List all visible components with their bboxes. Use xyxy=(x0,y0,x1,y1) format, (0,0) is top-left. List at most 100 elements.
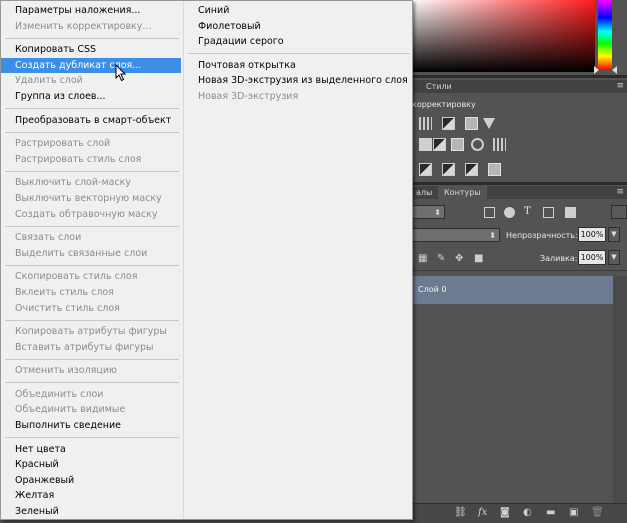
adjustments-tabbar: Стили ≡ xyxy=(410,80,627,93)
menu-item[interactable]: Красный xyxy=(1,457,181,473)
panel-menu-icon[interactable]: ≡ xyxy=(616,187,624,197)
menu-item[interactable]: Группа из слоев... xyxy=(1,89,181,105)
new-layer-icon[interactable]: ▣ xyxy=(569,508,578,518)
delete-layer-icon[interactable]: 🗑 xyxy=(591,508,604,518)
layer-filter-select[interactable]: ⬍ xyxy=(410,205,445,219)
menu-item: Растрировать слой xyxy=(15,138,111,150)
layer-row[interactable]: Слой 0 xyxy=(410,276,613,304)
menu-item: Изменить корректировку... xyxy=(15,20,152,32)
filter-toggle[interactable] xyxy=(611,205,627,219)
mouse-cursor-icon xyxy=(115,64,127,82)
type-filter-icon[interactable]: T xyxy=(524,206,531,217)
tab-styles[interactable]: Стили xyxy=(420,80,458,93)
menu-item: Выключить векторную маску xyxy=(15,192,162,204)
menu-item: Вставить атрибуты фигуры xyxy=(15,341,154,353)
layer-context-menu: Параметры наложения... Изменить корректир… xyxy=(0,0,413,520)
menu-item[interactable]: Оранжевый xyxy=(1,473,181,489)
adjustment-filter-icon[interactable] xyxy=(504,207,515,218)
add-mask-icon[interactable]: ◙ xyxy=(500,508,510,518)
tab-paths[interactable]: Контуры xyxy=(438,186,487,199)
color-picker-field[interactable] xyxy=(410,0,595,72)
menu-item: Удалить слой xyxy=(15,75,83,87)
levels-icon[interactable] xyxy=(419,117,432,130)
hue-slider[interactable] xyxy=(598,0,612,70)
panel-divider xyxy=(410,182,627,185)
menu-item[interactable]: Желтая xyxy=(1,488,181,504)
menu-item: Новая 3D-экструзия xyxy=(198,90,299,102)
menu-item: Копировать атрибуты фигуры xyxy=(15,326,167,338)
panel-menu-icon[interactable]: ≡ xyxy=(616,81,624,91)
photo-filter-icon[interactable] xyxy=(451,138,464,151)
exposure-icon[interactable] xyxy=(465,117,478,130)
menu-separator xyxy=(5,37,179,39)
posterize-icon[interactable] xyxy=(442,163,455,176)
menu-item[interactable]: Фиолетовый xyxy=(184,19,412,35)
pixel-filter-icon[interactable] xyxy=(484,207,495,218)
layers-tabbar: алы Контуры ≡ xyxy=(410,186,627,199)
menu-item[interactable]: Параметры наложения... xyxy=(1,3,181,19)
layers-bottom-bar: ⛓ fx ◙ ◐ ▬ ▣ 🗑 xyxy=(410,503,627,523)
lock-image-icon[interactable]: ✎ xyxy=(437,254,445,264)
smart-object-filter-icon[interactable] xyxy=(565,207,576,218)
menu-item: Очистить стиль слоя xyxy=(15,302,120,314)
menu-column-1: Параметры наложения... Изменить корректир… xyxy=(1,3,181,520)
blend-mode-select[interactable]: ⬍ xyxy=(410,228,500,242)
menu-item[interactable]: Выполнить сведение xyxy=(1,418,181,434)
menu-separator xyxy=(5,437,179,439)
link-layers-icon[interactable]: ⛓ xyxy=(454,508,467,518)
menu-item: Отменить изоляцию xyxy=(15,365,118,377)
menu-column-2: Синий Фиолетовый Градации серого Почтовая о… xyxy=(184,3,412,105)
fx-icon[interactable]: fx xyxy=(478,508,487,518)
invert-icon[interactable] xyxy=(419,163,432,176)
hue-slider-left-arrow[interactable] xyxy=(594,66,599,74)
shape-filter-icon[interactable] xyxy=(543,207,554,218)
color-balance-icon[interactable] xyxy=(433,138,446,151)
opacity-dropdown[interactable]: ▼ xyxy=(608,227,620,242)
threshold-icon[interactable] xyxy=(465,163,478,176)
chevron-down-icon: ⬍ xyxy=(434,208,441,217)
lock-transparent-icon[interactable]: ▦ xyxy=(418,254,427,264)
menu-item[interactable]: Создать дубликат слоя... xyxy=(1,57,181,74)
fill-input[interactable]: 100% xyxy=(578,250,606,265)
menu-separator xyxy=(5,170,179,172)
hue-slider-right-arrow[interactable] xyxy=(612,66,617,74)
lock-all-icon[interactable]: ■ xyxy=(474,254,483,264)
layer-name: Слой 0 xyxy=(418,285,447,294)
panel-divider xyxy=(410,75,627,78)
menu-item[interactable]: Новая 3D-экструзия из выделенного слоя xyxy=(184,73,412,89)
menu-item: Скопировать стиль слоя xyxy=(15,271,138,283)
layers-scrollbar[interactable] xyxy=(613,276,627,503)
menu-separator xyxy=(5,319,179,321)
adjustment-layer-icon[interactable]: ◐ xyxy=(523,508,532,518)
menu-item: Связать слои xyxy=(15,232,82,244)
menu-separator xyxy=(5,131,179,133)
menu-item: Выделить связанные слои xyxy=(15,247,148,259)
menu-item[interactable]: Синий xyxy=(184,3,412,19)
menu-item[interactable]: Градации серого xyxy=(184,34,412,50)
menu-item: Создать обтравочную маску xyxy=(15,208,158,220)
opacity-input[interactable]: 100% xyxy=(578,227,606,242)
menu-item[interactable]: Копировать CSS xyxy=(1,42,181,58)
lock-position-icon[interactable]: ✥ xyxy=(455,254,463,264)
menu-item: Выключить слой-маску xyxy=(15,177,132,189)
channel-mixer-icon[interactable] xyxy=(471,138,484,151)
menu-separator xyxy=(5,225,179,227)
menu-item[interactable]: Нет цвета xyxy=(1,442,181,458)
menu-item: Растрировать стиль слоя xyxy=(15,153,142,165)
adjustments-hint: корректировку xyxy=(412,100,476,109)
menu-item[interactable]: Зеленый xyxy=(1,504,181,520)
menu-item[interactable]: Почтовая открытка xyxy=(184,58,412,74)
selective-color-icon[interactable] xyxy=(488,163,501,176)
fill-dropdown[interactable]: ▼ xyxy=(608,250,620,265)
curves-icon[interactable] xyxy=(442,117,455,130)
menu-separator xyxy=(5,264,179,266)
new-group-icon[interactable]: ▬ xyxy=(546,508,555,518)
hue-saturation-icon[interactable] xyxy=(419,138,432,151)
menu-item: Объединить видимые xyxy=(15,404,126,416)
color-lookup-icon[interactable] xyxy=(493,138,506,151)
menu-item[interactable]: Преобразовать в смарт-объект xyxy=(1,113,181,129)
opacity-label: Непрозрачность: xyxy=(506,231,578,240)
fill-label: Заливка: xyxy=(540,254,578,263)
tab-channels[interactable]: алы xyxy=(410,186,438,199)
gradient-triangle-icon[interactable] xyxy=(483,118,495,129)
